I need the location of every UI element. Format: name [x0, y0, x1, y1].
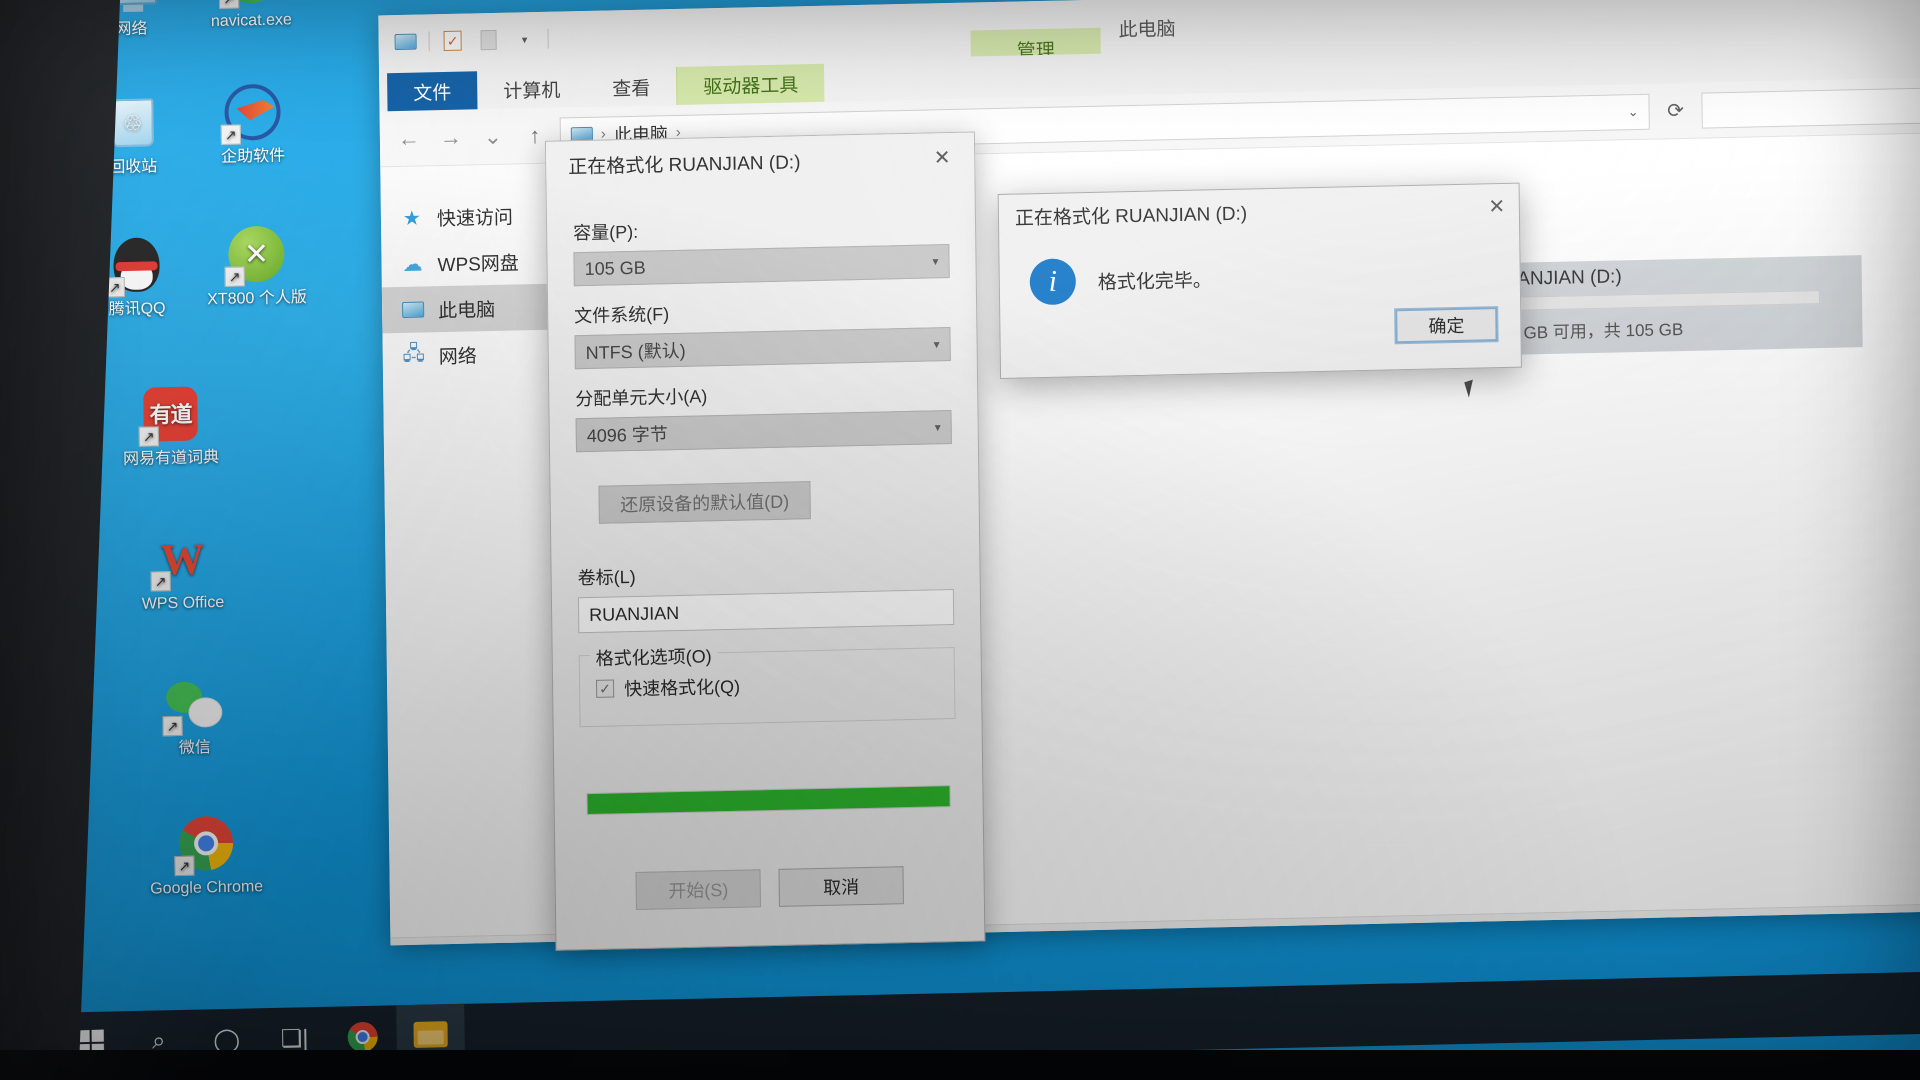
screen-area: 网络 ↗ navicat.exe 回收站 ↗ 企助软件 ↗ 腾讯QQ ✕: [42, 0, 1920, 1080]
info-icon: i: [1029, 258, 1077, 306]
forward-button[interactable]: →: [434, 120, 468, 155]
close-icon[interactable]: ✕: [1475, 188, 1519, 225]
sidebar-item-label: 网络: [438, 345, 477, 368]
format-progress-bar: [586, 785, 951, 816]
dialog-title: 正在格式化 RUANJIAN (D:): [568, 151, 801, 178]
recent-locations-button[interactable]: ⌄: [476, 119, 510, 154]
desktop-icon-youdao[interactable]: 有道 ↗ 网易有道词典: [110, 383, 231, 470]
capacity-value: 105 GB: [584, 257, 646, 279]
messagebox-title: 正在格式化 RUANJIAN (D:): [1014, 203, 1248, 230]
volume-label-label: 卷标(L): [577, 566, 636, 589]
shortcut-arrow-icon: ↗: [224, 266, 245, 287]
drive-capacity-text: 105 GB 可用，共 105 GB: [1490, 320, 1684, 344]
messagebox-message: 格式化完毕。: [1097, 269, 1212, 294]
sidebar-item-label: 快速访问: [436, 207, 514, 230]
shortcut-arrow-icon: ↗: [218, 0, 240, 9]
tencent-qq-icon: ↗: [104, 234, 167, 298]
cloud-icon: ☁: [402, 253, 423, 276]
divider: [547, 28, 549, 49]
volume-label-input[interactable]: RUANJIAN: [577, 589, 955, 634]
search-input[interactable]: [1701, 87, 1920, 129]
desktop-icon-label: WPS Office: [141, 593, 225, 613]
navicat-icon: ↗: [218, 0, 281, 9]
tab-view[interactable]: 查看: [586, 67, 676, 107]
monitor-bezel-bottom: [0, 1050, 1920, 1080]
desktop-icon-xt800[interactable]: ✕ ↗ XT800 个人版: [196, 223, 317, 310]
desktop-icon-label: 微信: [178, 739, 211, 757]
filesystem-label: 文件系统(F): [574, 304, 670, 327]
monitor-photo: 网络 ↗ navicat.exe 回收站 ↗ 企助软件 ↗ 腾讯QQ ✕: [0, 0, 1920, 1080]
dialog-body: 容量(P): 105 GB ▾ 文件系统(F) NTFS (默认) ▾ 分配单元…: [547, 180, 984, 911]
checkbox-icon[interactable]: ✓: [595, 679, 615, 698]
wechat-icon: ↗: [162, 673, 225, 737]
format-options-group: 格式化选项(O) ✓ 快速格式化(Q): [578, 642, 956, 728]
back-button[interactable]: ←: [392, 121, 426, 156]
properties-icon[interactable]: [439, 29, 465, 54]
capacity-select[interactable]: 105 GB ▾: [573, 244, 950, 287]
qizhu-software-icon: ↗: [220, 82, 283, 145]
messagebox-body: i 格式化完毕。: [999, 228, 1520, 317]
google-chrome-icon: ↗: [174, 813, 237, 877]
google-chrome-icon: [347, 1021, 378, 1053]
format-options-label: 格式化选项(O): [589, 642, 718, 671]
sidebar-item-label: WPS网盘: [437, 252, 519, 276]
task-view-icon: ❏|: [280, 1024, 309, 1053]
desktop-icon-wechat[interactable]: ↗ 微信: [134, 672, 255, 759]
desktop-icon-label: 企助软件: [221, 147, 286, 166]
drive-name: RUANJIAN (D:): [1489, 266, 1622, 291]
desktop-icon-label: Google Chrome: [150, 878, 264, 898]
this-pc-icon: [400, 301, 426, 318]
tab-file[interactable]: 文件: [387, 71, 478, 112]
shortcut-arrow-icon: ↗: [220, 124, 241, 145]
close-icon[interactable]: ✕: [922, 140, 962, 175]
quick-format-row[interactable]: ✓ 快速格式化(Q): [595, 668, 938, 701]
desktop-icon-label: XT800 个人版: [207, 289, 307, 309]
new-folder-icon[interactable]: [475, 28, 501, 53]
allocation-size-label: 分配单元大小(A): [575, 386, 708, 410]
star-icon: ★: [402, 207, 422, 230]
allocation-size-value: 4096 字节: [586, 424, 668, 446]
format-dialog: 正在格式化 RUANJIAN (D:) ✕ 容量(P): 105 GB ▾ 文件…: [544, 131, 986, 951]
file-explorer-icon: [413, 1020, 448, 1048]
allocation-size-select[interactable]: 4096 字节 ▾: [575, 410, 952, 453]
shortcut-arrow-icon: ↗: [162, 715, 183, 737]
drive-tile-ruanjian-d[interactable]: RUANJIAN (D:) 105 GB 可用，共 105 GB: [1481, 255, 1863, 356]
desktop-icon-wps-office[interactable]: W ↗ WPS Office: [122, 528, 243, 615]
desktop-icon-label: navicat.exe: [210, 11, 292, 31]
customize-caret-icon[interactable]: ▾: [511, 27, 537, 52]
start-button[interactable]: 开始(S): [635, 869, 761, 911]
ok-button[interactable]: 确定: [1394, 306, 1499, 345]
quick-format-label: 快速格式化(Q): [623, 676, 741, 700]
desktop-icon-chrome[interactable]: ↗ Google Chrome: [146, 812, 267, 899]
restore-defaults-button[interactable]: 还原设备的默认值(D): [598, 481, 811, 524]
shortcut-arrow-icon: ↗: [138, 426, 159, 447]
divider: [428, 31, 430, 52]
this-pc-icon[interactable]: [392, 30, 418, 55]
chevron-down-icon: ▾: [933, 337, 940, 352]
network-icon: 🖧: [402, 342, 426, 365]
tab-drive-tools[interactable]: 驱动器工具: [676, 63, 825, 105]
desktop-icon-navicat[interactable]: ↗ navicat.exe: [190, 0, 311, 32]
dialog-actions: 开始(S) 取消: [582, 865, 958, 911]
desktop-icon-label: 网易有道词典: [122, 449, 220, 469]
format-complete-messagebox: 正在格式化 RUANJIAN (D:) ✕ i 格式化完毕。 确定: [997, 182, 1522, 379]
tab-computer[interactable]: 计算机: [477, 69, 586, 109]
filesystem-value: NTFS (默认): [585, 340, 686, 363]
chevron-down-icon: ▾: [934, 420, 941, 435]
capacity-label: 容量(P):: [573, 221, 639, 244]
sidebar-item-label: 此电脑: [438, 299, 496, 322]
drive-usage-bar: [1490, 290, 1821, 312]
chevron-down-icon[interactable]: ⌄: [1628, 103, 1639, 119]
youdao-dictionary-icon: 有道 ↗: [138, 383, 201, 447]
xt800-icon: ✕ ↗: [224, 224, 287, 287]
chevron-down-icon: ▾: [932, 254, 939, 269]
shortcut-arrow-icon: ↗: [174, 855, 195, 877]
desktop-icon-qizhu[interactable]: ↗ 企助软件: [192, 81, 313, 168]
window-title: 此电脑: [1118, 19, 1176, 42]
cancel-button[interactable]: 取消: [778, 866, 904, 907]
refresh-button[interactable]: ⟳: [1657, 93, 1693, 128]
filesystem-select[interactable]: NTFS (默认) ▾: [574, 327, 951, 370]
shortcut-arrow-icon: ↗: [150, 571, 171, 592]
wps-office-icon: W ↗: [150, 528, 213, 592]
